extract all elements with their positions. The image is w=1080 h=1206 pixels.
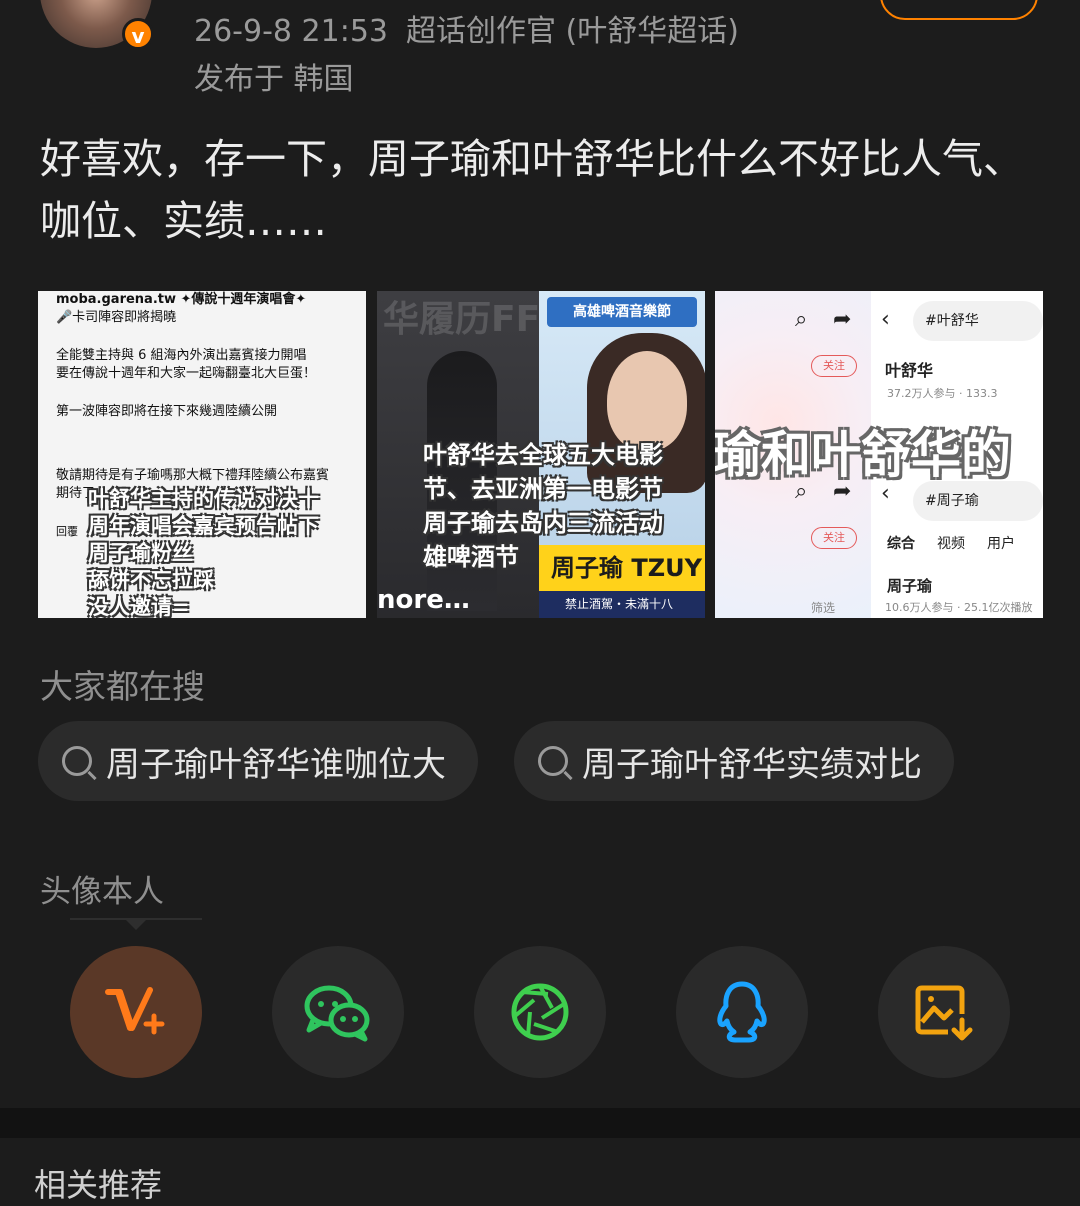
search-icon <box>62 746 92 776</box>
wechat-icon <box>304 985 370 1042</box>
share-wechat-button[interactable] <box>272 946 404 1078</box>
screenshot-search-box: #周子瑜 <box>913 481 1043 521</box>
related-recommendations-title: 相关推荐 <box>34 1166 163 1204</box>
topic-stats: 37.2万人参与 · 133.3 <box>887 387 998 400</box>
image-text: 要在傳說十週年和大家一起嗨翻臺北大巨蛋！ <box>56 366 317 381</box>
image-text: 回覆 <box>56 525 78 538</box>
search-chip[interactable]: 周子瑜叶舒华谁咖位大 <box>38 721 478 801</box>
image-overlay-text: 节、去亚洲第一电影节 <box>423 475 663 503</box>
moments-icon <box>511 983 569 1041</box>
pointer-arrow <box>124 918 148 930</box>
share-qq-button[interactable] <box>676 946 808 1078</box>
search-chip[interactable]: 周子瑜叶舒华实绩对比 <box>514 721 954 801</box>
image-overlay-text: 周子瑜去岛内三流活动 <box>423 509 663 537</box>
share-icon: ➦ <box>833 479 852 504</box>
share-weibo-vplus-button[interactable] <box>70 946 202 1078</box>
image-text: moba.garena.tw ✦傳說十週年演唱會✦ <box>56 292 307 307</box>
search-chip-label: 周子瑜叶舒华实绩对比 <box>582 744 922 785</box>
image-overlay-text: 周子瑜粉丝 <box>88 541 193 565</box>
qq-icon <box>717 981 767 1043</box>
festival-banner: 高雄啤酒音樂節 <box>547 297 697 327</box>
follow-button[interactable] <box>880 0 1038 20</box>
weibo-vplus-icon <box>105 987 165 1035</box>
post-body-text: 好喜欢，存一下，周子瑜和叶舒华比什么不好比人气、咖位、实绩…… <box>40 135 1024 245</box>
image-overlay-text: 叶舒华去全球五大电影 <box>423 441 663 469</box>
post-timestamp: 26-9-8 21:53 <box>194 14 388 49</box>
name-caption: 周子瑜 TZUY <box>539 545 705 591</box>
screenshot-tab: 综合 <box>887 536 915 552</box>
post-location: 发布于 韩国 <box>194 62 354 97</box>
section-separator <box>0 1108 1080 1138</box>
post-meta: 26-9-8 21:53 超话创作官 (叶舒华超话) <box>194 6 757 50</box>
topic-stats: 10.6万人参与 · 25.1亿次播放 <box>885 601 1033 614</box>
topic-name: 叶舒华 <box>885 361 934 380</box>
save-image-icon <box>915 985 973 1041</box>
image-overlay-text: 舔饼不忘拉踩 <box>88 568 214 592</box>
post-image-2[interactable]: 华履历FF 高雄啤酒音樂節 叶舒华去全球五大电影 节、去亚洲第一电影节 周子瑜去… <box>377 291 705 618</box>
filter-label: 筛选 <box>811 601 836 615</box>
post-source[interactable]: 超话创作官 (叶舒华超话) <box>406 14 739 49</box>
topic-name: 周子瑜 <box>887 577 933 595</box>
image-overlay-text: 叶舒华主持的传说对决十 <box>88 487 319 511</box>
search-icon: ⌕ <box>795 479 808 504</box>
image-watermark: 华履历FF <box>383 299 541 340</box>
save-image-button[interactable] <box>878 946 1010 1078</box>
image-overlay-text: 雄啤酒节 <box>423 543 519 571</box>
image-text: 🎤卡司陣容即將揭曉 <box>56 310 177 325</box>
back-icon: ‹ <box>881 307 890 332</box>
share-moments-button[interactable] <box>474 946 606 1078</box>
screenshot-tab: 用户 <box>987 536 1015 552</box>
image-bottom-strip: 禁止酒駕・未滿十八 <box>539 591 705 618</box>
post-image-1[interactable]: moba.garena.tw ✦傳說十週年演唱會✦ 🎤卡司陣容即將揭曉 全能雙主… <box>38 291 366 618</box>
back-icon: ‹ <box>881 481 890 506</box>
image-more-text: nore… <box>377 585 470 615</box>
image-overlay-text: 瑜和叶舒华的 <box>715 426 1011 484</box>
image-text: 全能雙主持與 6 組海內外演出嘉賓接力開唱 <box>56 348 307 363</box>
screenshot-search-box: #叶舒华 <box>913 301 1043 341</box>
screenshot-tab: 视频 <box>937 536 965 552</box>
share-section-label: 头像本人 <box>40 874 164 910</box>
post-image-3[interactable]: ⌕ ➦ ‹ #叶舒华 关注 叶舒华 37.2万人参与 · 133.3 瑜和叶舒华… <box>715 291 1043 618</box>
follow-pill: 关注 <box>811 355 857 377</box>
follow-pill: 关注 <box>811 527 857 549</box>
search-icon: ⌕ <box>795 307 808 332</box>
verified-badge-icon: v <box>122 18 154 50</box>
trending-search-title: 大家都在搜 <box>40 667 205 706</box>
search-icon <box>538 746 568 776</box>
image-overlay-text: 没人邀请= <box>88 595 190 618</box>
search-chip-label: 周子瑜叶舒华谁咖位大 <box>106 744 446 785</box>
image-text: 第一波陣容即將在接下來幾週陸續公開 <box>56 404 278 419</box>
share-icon: ➦ <box>833 307 852 332</box>
image-overlay-text: 周年演唱会嘉宾预告帖下 <box>88 514 319 538</box>
